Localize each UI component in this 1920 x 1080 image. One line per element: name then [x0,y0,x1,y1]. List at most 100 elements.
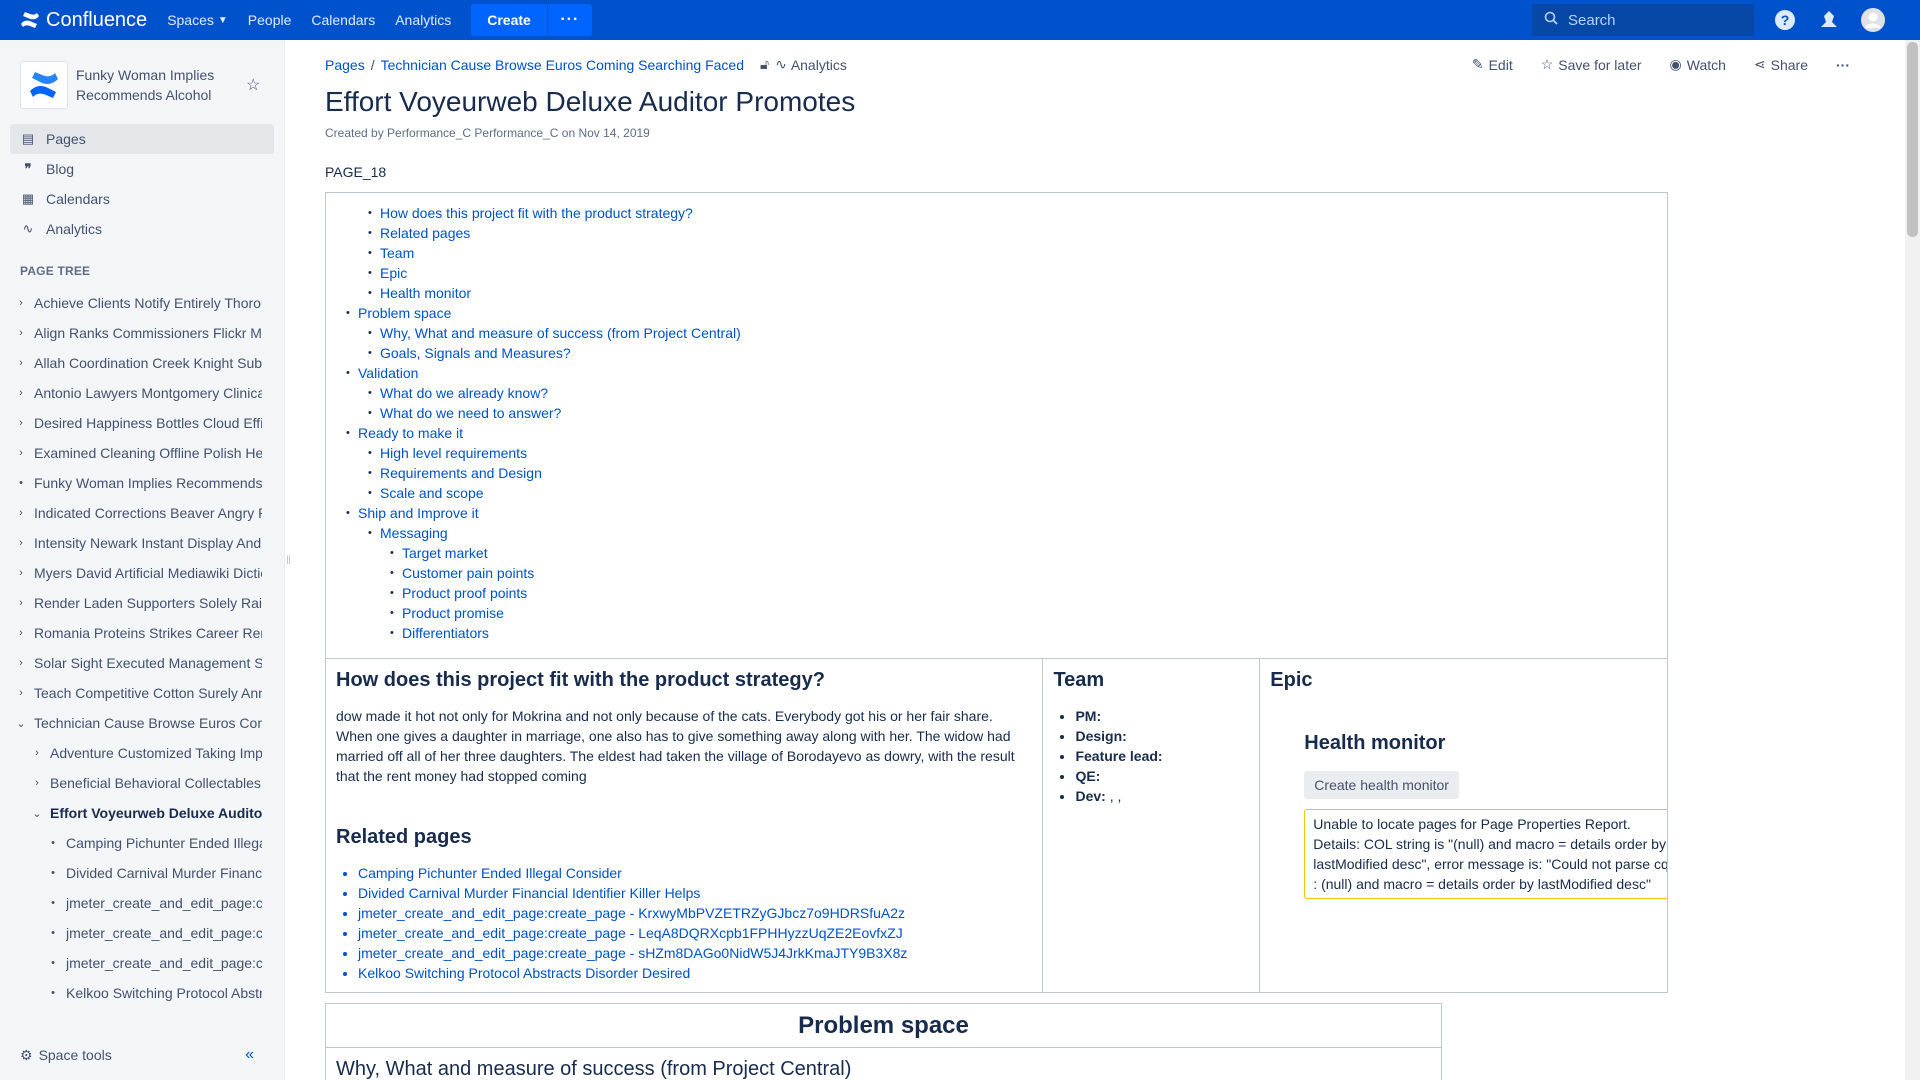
page-tree-item[interactable]: › Intensity Newark Instant Display Andrew [0,528,262,558]
toc-link[interactable]: What do we need to answer? [362,403,1667,423]
page-tree-item[interactable]: • jmeter_create_and_edit_page:create_page [0,918,262,948]
space-tools-button[interactable]: ⚙ Space tools « [0,1030,284,1080]
chevron-down-icon[interactable]: ⌄ [30,807,44,820]
breadcrumb-analytics[interactable]: ∿ Analytics [775,56,847,73]
help-icon[interactable]: ? [1773,8,1797,32]
related-page-link[interactable]: jmeter_create_and_edit_page:create_page … [358,943,1032,963]
toc-link[interactable]: Why, What and measure of success (from P… [362,323,1667,343]
page-tree-item[interactable]: › Beneficial Behavioral Collectables Upco… [0,768,262,798]
space-name[interactable]: Funky Woman Implies Recommends Alcohol [76,65,236,105]
toc-link[interactable]: What do we already know? [362,383,1667,403]
collapse-sidebar-icon[interactable]: « [245,1046,254,1064]
more-actions-icon[interactable]: ··· [1836,57,1850,73]
toc-link[interactable]: How does this project fit with the produ… [362,203,1667,223]
page-tree-item[interactable]: › Allah Coordination Creek Knight Submiss… [0,348,262,378]
toc-link[interactable]: Ready to make it [340,423,1667,443]
page-tree-item[interactable]: › Desired Happiness Bottles Cloud Efficie… [0,408,262,438]
sidebar-item-blog[interactable]: ❞ Blog [10,154,274,184]
scrollbar-thumb[interactable] [1907,42,1918,237]
toc-link[interactable]: High level requirements [362,443,1667,463]
related-page-link[interactable]: Kelkoo Switching Protocol Abstracts Diso… [358,963,1032,983]
search-input[interactable]: Search [1532,4,1754,36]
chevron-right-icon[interactable]: › [14,507,28,519]
toc-link[interactable]: Messaging [362,523,1667,543]
page-tree-item[interactable]: › Render Laden Supporters Solely Raising [0,588,262,618]
toc-link[interactable]: Validation [340,363,1667,383]
avatar[interactable] [1861,8,1885,32]
unlock-icon[interactable]: 🔓︎ [760,56,769,73]
toc-link[interactable]: Health monitor [362,283,1667,303]
vertical-scrollbar[interactable] [1905,40,1920,1080]
page-tree-item[interactable]: ⌄ Technician Cause Browse Euros Coming Se… [0,708,262,738]
page-tree-item[interactable]: • Camping Pichunter Ended Illegal Conside… [0,828,262,858]
chevron-right-icon[interactable]: › [14,687,28,699]
chevron-right-icon[interactable]: › [14,357,28,369]
toc-link[interactable]: Requirements and Design [362,463,1667,483]
related-page-link[interactable]: Camping Pichunter Ended Illegal Consider [358,863,1032,883]
page-tree-item[interactable]: • Kelkoo Switching Protocol Abstracts Dis… [0,978,262,1008]
star-icon[interactable]: ☆ [246,75,260,95]
sidebar-item-pages[interactable]: ▤ Pages [10,124,274,154]
related-page-link[interactable]: Divided Carnival Murder Financial Identi… [358,883,1032,903]
page-tree-item[interactable]: › Teach Competitive Cotton Surely Ann [0,678,262,708]
page-tree-item[interactable]: › Myers David Artificial Mediawiki Dictio… [0,558,262,588]
page-tree-item[interactable]: › Achieve Clients Notify Entirely Thoroug… [0,288,262,318]
page-tree-item[interactable]: • jmeter_create_and_edit_page:create_page [0,948,262,978]
page-tree-item[interactable]: • Divided Carnival Murder Financial Ident… [0,858,262,888]
toc-link[interactable]: Differentiators [384,623,1667,643]
toc-link[interactable]: Epic [362,263,1667,283]
toc-link[interactable]: Product promise [384,603,1667,623]
chevron-right-icon[interactable]: › [14,387,28,399]
page-tree-item[interactable]: › Adventure Customized Taking Implementin… [0,738,262,768]
chevron-right-icon[interactable]: › [14,417,28,429]
toc-link[interactable]: Target market [384,543,1667,563]
chevron-right-icon[interactable]: › [14,447,28,459]
sidebar-resize-handle[interactable]: ‖ [286,553,291,567]
sidebar-item-calendars[interactable]: ▦ Calendars [10,184,274,214]
toc-link[interactable]: Related pages [362,223,1667,243]
watch-button[interactable]: ◉ Watch [1670,56,1726,73]
page-tree-item[interactable]: › Indicated Corrections Beaver Angry Rio [0,498,262,528]
chevron-right-icon[interactable]: › [14,327,28,339]
chevron-right-icon[interactable]: › [14,627,28,639]
nav-spaces[interactable]: Spaces ▼ [167,12,228,28]
chevron-right-icon[interactable]: › [30,747,44,759]
page-tree-item[interactable]: • jmeter_create_and_edit_page:create_page [0,888,262,918]
nav-analytics[interactable]: Analytics [395,12,451,28]
toc-link[interactable]: Team [362,243,1667,263]
sidebar-item-analytics[interactable]: ∿ Analytics [10,214,274,244]
space-logo-icon[interactable] [20,61,68,109]
page-tree-item[interactable]: › Align Ranks Commissioners Flickr Montan… [0,318,262,348]
page-tree-item[interactable]: › Solar Sight Executed Management Sims [0,648,262,678]
nav-calendars[interactable]: Calendars [311,12,375,28]
page-tree-item[interactable]: • Funky Woman Implies Recommends Alcohol [0,468,262,498]
chevron-right-icon[interactable]: › [14,567,28,579]
notifications-icon[interactable] [1817,8,1841,32]
confluence-logo[interactable]: Confluence [20,9,147,32]
toc-link[interactable]: Goals, Signals and Measures? [362,343,1667,363]
toc-link[interactable]: Problem space [340,303,1667,323]
create-button[interactable]: Create [471,4,548,36]
create-health-monitor-button[interactable]: Create health monitor [1304,771,1459,799]
chevron-down-icon[interactable]: ⌄ [14,717,28,730]
toc-link[interactable]: Product proof points [384,583,1667,603]
breadcrumb-pages[interactable]: Pages [325,57,365,73]
related-page-link[interactable]: jmeter_create_and_edit_page:create_page … [358,923,1032,943]
page-tree-item[interactable]: › Antonio Lawyers Montgomery Clinical Pub… [0,378,262,408]
page-tree-item[interactable]: › Romania Proteins Strikes Career Remote [0,618,262,648]
chevron-right-icon[interactable]: › [14,597,28,609]
chevron-right-icon[interactable]: › [30,777,44,789]
breadcrumb-parent[interactable]: Technician Cause Browse Euros Coming Sea… [381,57,744,73]
share-button[interactable]: ⋖ Share [1754,56,1808,73]
chevron-right-icon[interactable]: › [14,537,28,549]
toc-link[interactable]: Scale and scope [362,483,1667,503]
related-page-link[interactable]: jmeter_create_and_edit_page:create_page … [358,903,1032,923]
edit-button[interactable]: ✎ Edit [1472,56,1513,73]
toc-link[interactable]: Ship and Improve it [340,503,1667,523]
create-more-button[interactable]: ··· [547,4,592,36]
page-tree-item[interactable]: › Examined Cleaning Offline Polish Hero [0,438,262,468]
save-for-later-button[interactable]: ☆ Save for later [1541,56,1642,73]
chevron-right-icon[interactable]: › [14,297,28,309]
chevron-right-icon[interactable]: › [14,657,28,669]
nav-people[interactable]: People [248,12,292,28]
